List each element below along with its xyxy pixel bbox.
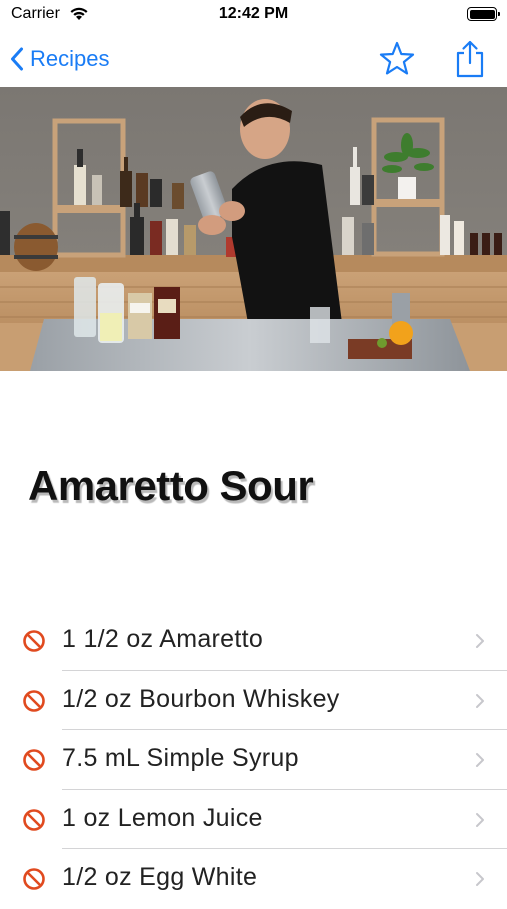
ingredient-row[interactable]: 1 oz Lemon Juice bbox=[0, 790, 507, 849]
clock: 12:42 PM bbox=[218, 5, 289, 22]
prohibited-icon bbox=[23, 630, 45, 652]
battery-icon bbox=[467, 7, 500, 21]
prohibited-icon bbox=[23, 749, 45, 771]
back-button[interactable]: Recipes bbox=[10, 44, 109, 74]
prohibited-icon bbox=[23, 689, 45, 712]
chevron-right-icon bbox=[476, 693, 484, 708]
status-bar: Carrier 12:42 PM bbox=[0, 0, 507, 32]
video-play-area[interactable] bbox=[0, 87, 507, 371]
recipe-video[interactable] bbox=[0, 87, 507, 371]
ingredient-label: 1/2 oz Egg White bbox=[62, 863, 258, 891]
ingredient-label: 1/2 oz Bourbon Whiskey bbox=[62, 684, 340, 713]
ingredient-label: 1 1/2 oz Amaretto bbox=[62, 625, 264, 653]
prohibited-icon bbox=[23, 808, 45, 831]
recipe-title: Amaretto Sour bbox=[28, 462, 314, 509]
ingredients-list: 1 1/2 oz Amaretto 1/2 oz Bourbon Whiskey… bbox=[0, 611, 507, 909]
back-button-label: Recipes bbox=[30, 46, 110, 71]
ingredient-label: 1 oz Lemon Juice bbox=[62, 803, 263, 832]
chevron-left-icon bbox=[11, 47, 23, 71]
ingredient-label: 7.5 mL Simple Syrup bbox=[62, 744, 299, 772]
favorite-star-icon[interactable] bbox=[378, 40, 416, 78]
ingredient-row[interactable]: 1/2 oz Bourbon Whiskey bbox=[0, 671, 507, 730]
ingredient-row[interactable]: 1 1/2 oz Amaretto bbox=[0, 611, 507, 671]
chevron-right-icon bbox=[476, 812, 484, 827]
share-icon[interactable] bbox=[452, 39, 488, 79]
ingredient-row[interactable]: 7.5 mL Simple Syrup bbox=[0, 730, 507, 790]
chevron-right-icon bbox=[476, 872, 484, 886]
chevron-right-icon bbox=[476, 753, 484, 767]
prohibited-icon bbox=[23, 868, 45, 890]
chevron-right-icon bbox=[476, 634, 484, 648]
navigation-bar: Recipes bbox=[0, 32, 507, 86]
